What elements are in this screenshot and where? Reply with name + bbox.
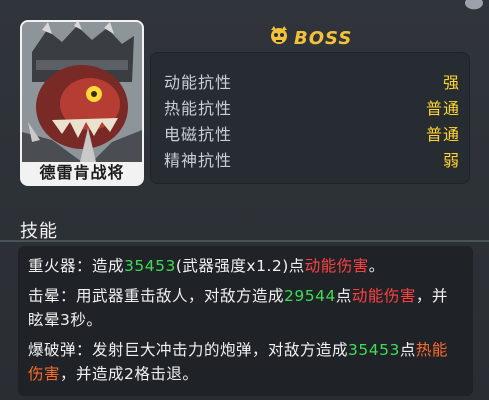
skill-separator: ： (60, 287, 77, 305)
resistance-label: 热能抗性 (164, 99, 233, 118)
corner-decoration (465, 0, 483, 10)
boss-skull-icon (268, 26, 290, 50)
resistance-row: 动能抗性 强 (164, 68, 460, 94)
resistance-label: 精神抗性 (164, 151, 233, 170)
boss-name: 德雷肯战将 (39, 163, 125, 182)
damage-type: 动能伤害 (304, 257, 369, 275)
skills-box: 重火器：造成35453(武器强度x1.2)点动能伤害。 击晕：用武器重击敌人，对… (18, 246, 473, 396)
skill-text: 用武器重击敌人，对敌方造成 (76, 287, 285, 305)
skill-text: ，并造成2格击退。 (60, 365, 199, 383)
skill-description: 重火器：造成35453(武器强度x1.2)点动能伤害。 (28, 254, 458, 278)
boss-label: BOSS (294, 27, 353, 49)
skill-text: 造成 (92, 257, 125, 275)
skill-name: 爆破弹 (28, 341, 77, 359)
resistance-value: 普通 (425, 99, 460, 118)
resistance-row: 热能抗性 普通 (164, 94, 460, 120)
damage-number: 35453 (124, 257, 176, 275)
boss-tag: BOSS (268, 26, 352, 50)
skill-text: 点 (399, 341, 416, 359)
resistance-value: 强 (442, 73, 460, 92)
skill-text: 。 (368, 257, 385, 275)
skill-description: 爆破弹：发射巨大冲击力的炮弹，对敌方造成35453点热能伤害，并造成2格击退。 (28, 338, 458, 386)
skill-name: 重火器 (28, 257, 77, 275)
skill-separator: ： (76, 257, 93, 275)
resistance-row: 精神抗性 弱 (164, 146, 460, 172)
boss-info-panel: 德雷肯战将 BOSS 动能抗性 强 热能抗性 普通 电磁抗性 普通 精神抗性 弱… (0, 0, 489, 400)
resistance-label: 动能抗性 (164, 73, 233, 92)
skill-name: 击晕 (28, 287, 61, 305)
resistance-box: 动能抗性 强 热能抗性 普通 电磁抗性 普通 精神抗性 弱 (150, 52, 470, 184)
resistance-value: 普通 (425, 125, 460, 144)
resistance-row: 电磁抗性 普通 (164, 120, 460, 146)
damage-type: 动能伤害 (351, 287, 416, 305)
skill-text: (武器强度x1.2)点 (175, 257, 305, 275)
skill-description: 击晕：用武器重击敌人，对敌方造成29544点动能伤害，并眩晕3秒。 (28, 284, 458, 332)
skill-separator: ： (76, 341, 93, 359)
skill-text: 发射巨大冲击力的炮弹，对敌方造成 (92, 341, 349, 359)
boss-portrait-image (22, 22, 142, 162)
skill-text: 点 (335, 287, 352, 305)
divider (0, 240, 489, 242)
damage-number: 35453 (348, 341, 400, 359)
damage-number: 29544 (284, 287, 336, 305)
resistance-value: 弱 (442, 151, 460, 170)
boss-portrait-card[interactable]: 德雷肯战将 (20, 20, 144, 186)
resistance-label: 电磁抗性 (164, 125, 233, 144)
